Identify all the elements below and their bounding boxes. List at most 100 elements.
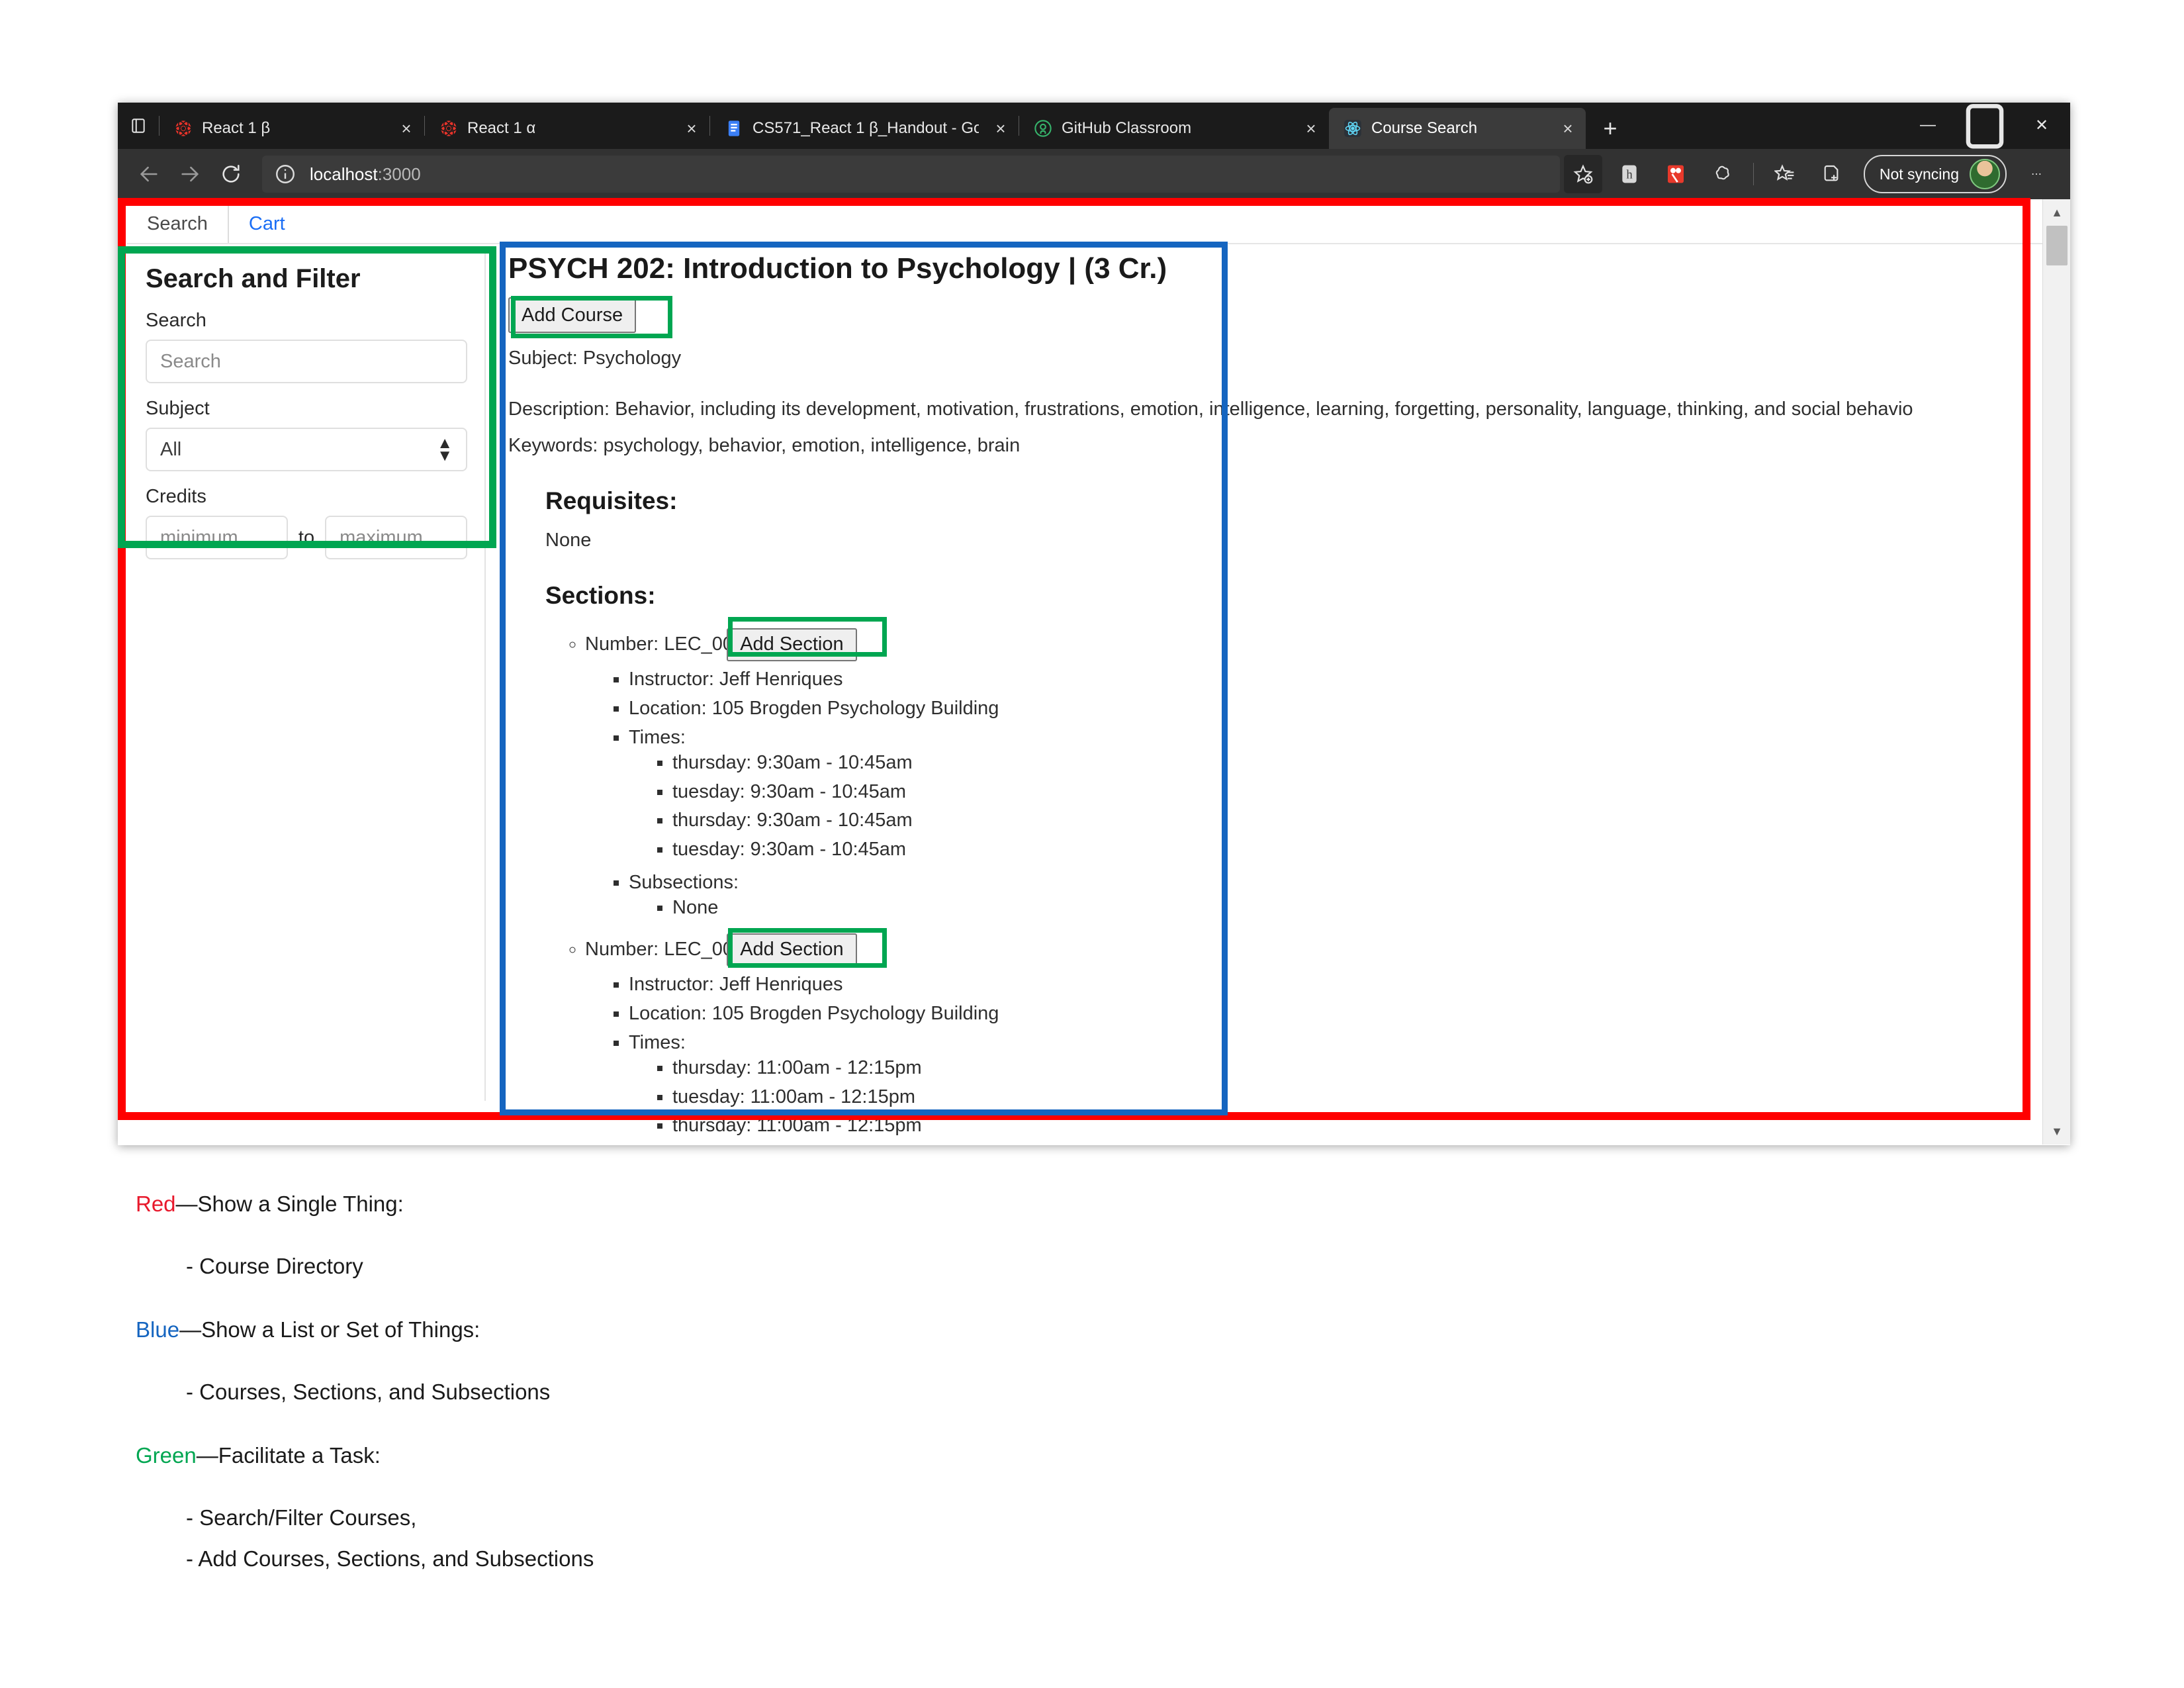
avatar — [1970, 159, 2000, 189]
requisites-value: None — [545, 530, 592, 551]
section-detail-list: Instructor: Jeff Henriques Location: 105… — [585, 970, 2042, 1145]
page-viewport: Search Cart Search and Filter Search Sea… — [118, 199, 2070, 1145]
credits-max-input[interactable]: maximum — [325, 516, 467, 559]
grammarly-extension-icon[interactable]: h — [1610, 155, 1649, 193]
add-favorite-icon[interactable] — [1563, 155, 1602, 193]
honey-extension-icon[interactable] — [1657, 155, 1695, 193]
browser-tab-github-classroom[interactable]: GitHub Classroom × — [1019, 108, 1329, 149]
react-icon — [439, 119, 458, 138]
add-section-button[interactable]: Add Section — [727, 933, 857, 967]
nav-underline — [127, 243, 2042, 244]
browser-tab-react-1-alpha[interactable]: React 1 α × — [425, 108, 709, 149]
more-options-icon[interactable]: ⋯ — [2017, 155, 2056, 193]
section-time: tuesday: 9:30am - 10:45am — [672, 778, 2042, 807]
credits-range-separator: to — [298, 526, 315, 548]
browser-tab-course-search[interactable]: Course Search × — [1329, 108, 1586, 149]
add-course-button[interactable]: Add Course — [508, 297, 637, 333]
profile-button[interactable]: Not syncing — [1863, 155, 2007, 193]
reload-icon[interactable] — [210, 154, 251, 195]
add-to-collections-icon[interactable] — [1812, 155, 1850, 193]
section-time: tuesday: 11:00am - 12:15pm — [672, 1083, 2042, 1112]
close-icon[interactable]: × — [989, 117, 1012, 140]
browser-tab-strip: React 1 β × React 1 α × CS571_React 1 β_… — [118, 103, 2070, 149]
browser-tab-react-1-beta[interactable]: React 1 β × — [159, 108, 424, 149]
section-number: Number: LEC_001 — [585, 633, 745, 655]
legend-green-text: —Facilitate a Task: — [196, 1443, 381, 1468]
tab-cart[interactable]: Cart — [229, 205, 305, 243]
scroll-up-icon[interactable]: ▲ — [2043, 199, 2070, 226]
page-scrollbar[interactable]: ▲ ▼ — [2042, 199, 2070, 1145]
add-section-button[interactable]: Add Section — [727, 628, 857, 661]
browser-window: React 1 β × React 1 α × CS571_React 1 β_… — [118, 103, 2070, 1145]
legend-red-word: Red — [136, 1192, 176, 1216]
react-icon — [174, 119, 193, 138]
search-field-label: Search — [146, 310, 206, 331]
legend: Red—Show a Single Thing: - Course Direct… — [136, 1192, 1459, 1610]
browser-tab-title: React 1 β — [202, 119, 271, 137]
section-detail-list: Instructor: Jeff Henriques Location: 105… — [585, 665, 2042, 927]
url-text: localhost:3000 — [310, 164, 421, 185]
subject-select[interactable]: All ▲ ▼ — [146, 428, 467, 471]
back-icon[interactable] — [128, 154, 169, 195]
minimize-button[interactable]: — — [1899, 103, 1956, 148]
legend-blue-text: —Show a List or Set of Things: — [179, 1317, 480, 1342]
legend-red-heading: Red—Show a Single Thing: — [136, 1192, 1459, 1217]
close-window-button[interactable]: ✕ — [2013, 103, 2070, 148]
close-icon[interactable]: × — [1300, 117, 1322, 140]
browser-toolbar: localhost:3000 h Not syncing ⋯ — [118, 149, 2070, 199]
browser-tab-title: GitHub Classroom — [1062, 119, 1192, 137]
legend-blue-item: - Courses, Sections, and Subsections — [186, 1380, 551, 1404]
legend-blue-word: Blue — [136, 1317, 180, 1342]
subsection-item: None — [672, 894, 2042, 923]
toolbar-divider — [1752, 163, 1754, 185]
github-icon — [1034, 119, 1052, 138]
section-list-item: Number: LEC_001 Add Section Instructor: … — [585, 624, 2042, 927]
tab-actions-icon[interactable] — [118, 103, 159, 149]
svg-text:h: h — [1626, 168, 1633, 182]
legend-red-item: - Course Directory — [186, 1254, 363, 1278]
url-host: localhost — [310, 164, 378, 184]
close-icon[interactable]: × — [680, 117, 703, 140]
legend-green-word: Green — [136, 1443, 197, 1468]
forward-icon[interactable] — [169, 154, 210, 195]
section-time: thursday: 9:30am - 10:45am — [672, 806, 2042, 835]
search-input[interactable]: Search — [146, 340, 467, 383]
section-time: tuesday: 9:30am - 10:45am — [672, 835, 2042, 865]
legend-green-heading: Green—Facilitate a Task: — [136, 1443, 1459, 1468]
scrollbar-thumb[interactable] — [2046, 226, 2068, 265]
section-number: Number: LEC_002 — [585, 939, 745, 961]
section-list-item: Number: LEC_002 Add Section Instructor: … — [585, 929, 2042, 1145]
close-icon[interactable]: × — [395, 117, 418, 140]
subject-select-value: All — [160, 438, 182, 460]
site-info-icon[interactable] — [274, 163, 296, 185]
course-title: PSYCH 202: Introduction to Psychology | … — [508, 252, 1167, 285]
credits-min-input[interactable]: minimum — [146, 516, 288, 559]
tab-search[interactable]: Search — [127, 205, 229, 243]
subject-field-label: Subject — [146, 398, 210, 419]
section-number-row: Number: LEC_002 Add Section — [585, 929, 2042, 970]
browser-tab-handout-doc[interactable]: CS571_React 1 β_Handout - Goo × — [710, 108, 1019, 149]
browser-tab-title: Course Search — [1371, 119, 1478, 137]
search-and-filter-panel: Search and Filter Search Search Subject … — [127, 247, 486, 579]
credits-range-row: minimum to maximum — [146, 516, 467, 559]
scroll-down-icon[interactable]: ▼ — [2043, 1118, 2070, 1145]
section-time: thursday: 11:00am - 12:15pm — [672, 1111, 2042, 1141]
url-port: :3000 — [377, 164, 421, 184]
address-bar[interactable]: localhost:3000 — [262, 156, 1560, 193]
maximize-button[interactable] — [1956, 103, 2013, 149]
favorites-list-icon[interactable] — [1766, 155, 1804, 193]
close-icon[interactable]: × — [1557, 117, 1579, 140]
section-times-list: thursday: 11:00am - 12:15pm tuesday: 11:… — [629, 1054, 2042, 1141]
section-times-label: Times: thursday: 9:30am - 10:45am tuesda… — [629, 724, 2042, 868]
section-location: Location: 105 Brogden Psychology Buildin… — [629, 694, 2042, 724]
course-keywords: Keywords: psychology, behavior, emotion,… — [508, 435, 1021, 456]
new-tab-button[interactable]: + — [1592, 111, 1628, 146]
page-content: Search Cart Search and Filter Search Sea… — [118, 199, 2042, 1145]
course-description: Description: Behavior, including its dev… — [508, 399, 1913, 420]
legend-group-green: Green—Facilitate a Task: - Search/Filter… — [136, 1443, 1459, 1571]
section-times-label: Times: thursday: 11:00am - 12:15pm tuesd… — [629, 1029, 2042, 1145]
collections-extension-icon[interactable] — [1703, 155, 1741, 193]
window-controls: — ✕ — [1899, 103, 2070, 149]
section-times-list: thursday: 9:30am - 10:45am tuesday: 9:30… — [629, 749, 2042, 865]
browser-tab-title: CS571_React 1 β_Handout - Goo — [752, 119, 979, 137]
